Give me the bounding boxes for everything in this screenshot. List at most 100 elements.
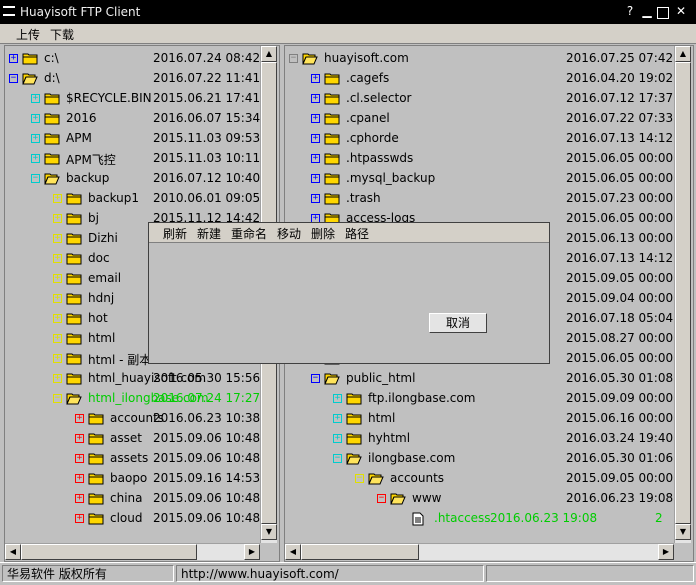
tree-row[interactable]: + backup1 2010.06.01 09:05	[5, 190, 260, 210]
scroll-left-icon[interactable]: ◀	[5, 544, 21, 560]
tree-row[interactable]: − www 2016.06.23 19:08	[285, 490, 674, 510]
expand-icon[interactable]: +	[333, 434, 342, 443]
expand-icon[interactable]: +	[333, 414, 342, 423]
app-menu-icon[interactable]	[3, 6, 15, 16]
expand-icon[interactable]: +	[311, 194, 320, 203]
remote-vertical-scrollbar[interactable]: ▲ ▼	[674, 46, 691, 543]
tree-row[interactable]: + .cpanel 2016.07.22 07:33	[285, 110, 674, 130]
expand-icon[interactable]: +	[53, 334, 62, 343]
remote-horizontal-scrollbar[interactable]: ◀ ▶	[285, 543, 674, 560]
expand-icon[interactable]: +	[311, 114, 320, 123]
scroll-right-icon[interactable]: ▶	[658, 544, 674, 560]
tree-row[interactable]: .htaccess 2016.06.23 19:08 2	[285, 510, 674, 530]
expand-icon[interactable]: +	[53, 234, 62, 243]
expand-icon[interactable]: +	[53, 214, 62, 223]
collapse-icon[interactable]: −	[289, 54, 298, 63]
expand-icon[interactable]: +	[75, 474, 84, 483]
collapse-icon[interactable]: −	[31, 174, 40, 183]
tree-row[interactable]: + .cl.selector 2016.07.12 17:37	[285, 90, 674, 110]
expand-icon[interactable]: +	[311, 134, 320, 143]
tree-row[interactable]: + assets 2015.09.06 10:48	[5, 450, 260, 470]
tree-row[interactable]: − huayisoft.com 2016.07.25 07:42	[285, 50, 674, 70]
expand-icon[interactable]: +	[311, 94, 320, 103]
tree-row[interactable]: +2016 2016.06.07 15:34	[5, 110, 260, 130]
close-button[interactable]: ✕	[674, 5, 688, 18]
expand-icon[interactable]: +	[311, 154, 320, 163]
scroll-left-icon[interactable]: ◀	[285, 544, 301, 560]
expand-icon[interactable]: +	[53, 314, 62, 323]
expand-icon[interactable]: +	[53, 274, 62, 283]
scroll-thumb[interactable]	[301, 544, 419, 560]
tree-row[interactable]: + $RECYCLE.BIN 2015.06.21 17:41	[5, 90, 260, 110]
menu-path[interactable]: 路径	[345, 225, 369, 242]
scroll-right-icon[interactable]: ▶	[244, 544, 260, 560]
expand-icon[interactable]: +	[53, 294, 62, 303]
expand-icon[interactable]: +	[75, 414, 84, 423]
collapse-icon[interactable]: −	[377, 494, 386, 503]
expand-icon[interactable]: +	[75, 434, 84, 443]
tree-row[interactable]: + accounts 2016.06.23 10:38	[5, 410, 260, 430]
tree-row[interactable]: + .cagefs 2016.04.20 19:02	[285, 70, 674, 90]
expand-icon[interactable]: +	[53, 374, 62, 383]
maximize-button[interactable]	[657, 7, 669, 19]
tree-row[interactable]: + APM飞控 2015.11.03 10:11	[5, 150, 260, 170]
tree-row[interactable]: + html_huayisoft.com 2016.05.30 15:56	[5, 370, 260, 390]
expand-icon[interactable]: +	[53, 254, 62, 263]
expand-icon[interactable]: +	[311, 74, 320, 83]
tree-row[interactable]: + APM 2015.11.03 09:53	[5, 130, 260, 150]
scroll-down-icon[interactable]: ▼	[261, 524, 277, 540]
collapse-icon[interactable]: −	[311, 374, 320, 383]
collapse-icon[interactable]: −	[53, 394, 62, 403]
collapse-icon[interactable]: −	[9, 74, 18, 83]
expand-icon[interactable]: +	[75, 454, 84, 463]
menu-delete[interactable]: 删除	[311, 225, 335, 242]
tree-row[interactable]: − accounts 2015.09.05 00:00	[285, 470, 674, 490]
expand-icon[interactable]: +	[333, 394, 342, 403]
tree-row[interactable]: + .trash 2015.07.23 00:00	[285, 190, 674, 210]
local-horizontal-scrollbar[interactable]: ◀ ▶	[5, 543, 260, 560]
scroll-up-icon[interactable]: ▲	[261, 46, 277, 62]
expand-icon[interactable]: +	[75, 494, 84, 503]
menu-upload[interactable]: 上传	[16, 26, 40, 43]
scroll-up-icon[interactable]: ▲	[675, 46, 691, 62]
tree-row[interactable]: − d:\ 2016.07.22 11:41	[5, 70, 260, 90]
expand-icon[interactable]: +	[311, 174, 320, 183]
expand-icon[interactable]: +	[53, 194, 62, 203]
help-button[interactable]: ?	[623, 5, 637, 18]
tree-row[interactable]: − public_html 2016.05.30 01:08	[285, 370, 674, 390]
expand-icon[interactable]: +	[53, 354, 62, 363]
tree-row[interactable]: + china 2015.09.06 10:48	[5, 490, 260, 510]
tree-row[interactable]: + asset 2015.09.06 10:48	[5, 430, 260, 450]
title-bar[interactable]: Huayisoft FTP Client ? ▁ ✕	[0, 0, 696, 24]
collapse-icon[interactable]: −	[333, 454, 342, 463]
cancel-button[interactable]: 取消	[429, 313, 487, 333]
tree-row[interactable]: + hyhtml 2016.03.24 19:40	[285, 430, 674, 450]
tree-row[interactable]: + baopo 2015.09.16 14:53	[5, 470, 260, 490]
expand-icon[interactable]: +	[31, 134, 40, 143]
scroll-thumb[interactable]	[21, 544, 197, 560]
tree-row[interactable]: − html_ilongbase.com 2016.07.24 17:27	[5, 390, 260, 410]
scroll-down-icon[interactable]: ▼	[675, 524, 691, 540]
menu-refresh[interactable]: 刷新	[163, 225, 187, 242]
tree-row[interactable]: + cloud 2015.09.06 10:48	[5, 510, 260, 530]
tree-row[interactable]: + html 2015.06.16 00:00	[285, 410, 674, 430]
tree-row[interactable]: + .cphorde 2016.07.13 14:12	[285, 130, 674, 150]
tree-row[interactable]: + .mysql_backup 2015.06.05 00:00	[285, 170, 674, 190]
scroll-thumb[interactable]	[675, 62, 691, 524]
tree-row[interactable]: − ilongbase.com 2016.05.30 01:06	[285, 450, 674, 470]
expand-icon[interactable]: +	[31, 154, 40, 163]
expand-icon[interactable]: +	[31, 114, 40, 123]
expand-icon[interactable]: +	[31, 94, 40, 103]
status-url[interactable]: http://www.huayisoft.com/	[176, 565, 484, 582]
tree-row[interactable]: + ftp.ilongbase.com 2015.09.09 00:00	[285, 390, 674, 410]
tree-row[interactable]: + c:\ 2016.07.24 08:42	[5, 50, 260, 70]
expand-icon[interactable]: +	[9, 54, 18, 63]
minimize-button[interactable]: ▁	[640, 5, 654, 18]
menu-download[interactable]: 下载	[50, 26, 74, 43]
menu-new[interactable]: 新建	[197, 225, 221, 242]
menu-rename[interactable]: 重命名	[231, 225, 267, 242]
expand-icon[interactable]: +	[75, 514, 84, 523]
collapse-icon[interactable]: −	[355, 474, 364, 483]
menu-move[interactable]: 移动	[277, 225, 301, 242]
tree-row[interactable]: + .htpasswds 2015.06.05 00:00	[285, 150, 674, 170]
